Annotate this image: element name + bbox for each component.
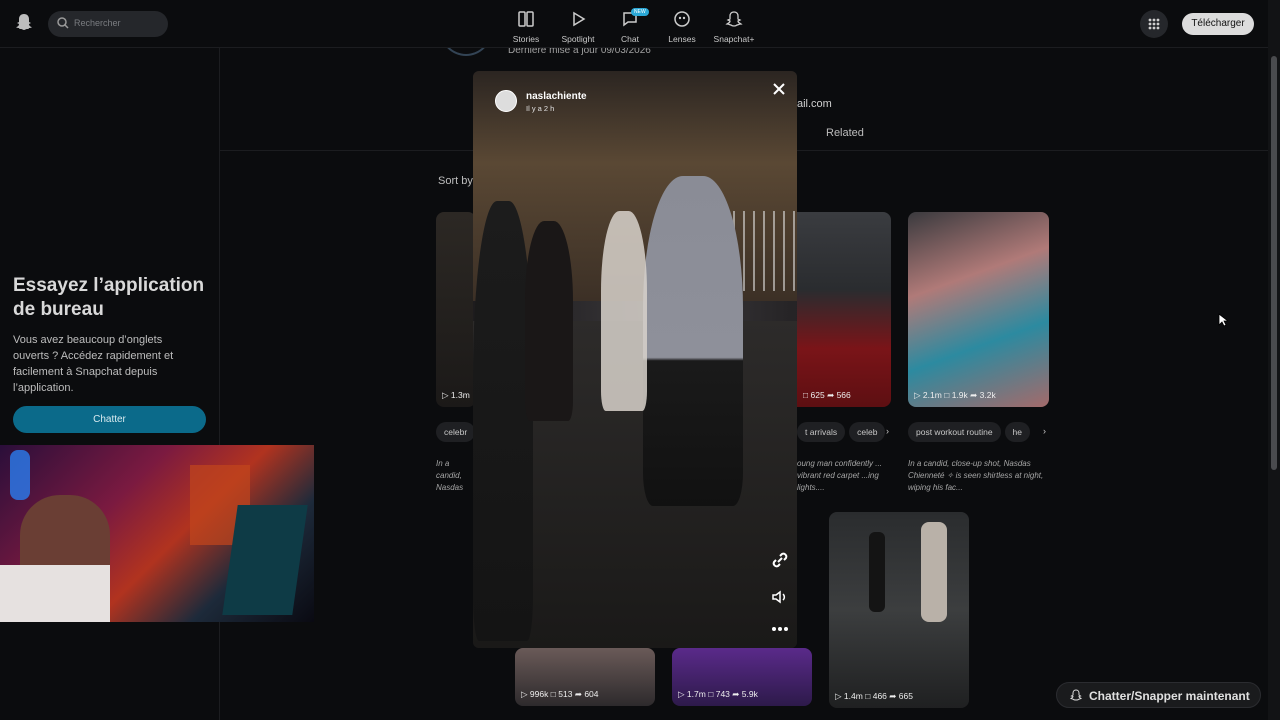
card-tags: post workout routine he (908, 422, 1044, 442)
close-icon[interactable] (771, 81, 787, 97)
card-description: oung man confidently ... vibrant red car… (797, 459, 882, 492)
tag-chip[interactable]: t arrivals (797, 422, 846, 442)
grid-icon (1148, 18, 1160, 30)
card-description: In a candid, Nasdas C... a victory v... (436, 459, 464, 492)
tag-chip[interactable]: post workout routine (908, 422, 1001, 442)
share-icon: ➦ (970, 390, 978, 400)
chat-snap-now-button[interactable]: Chatter/Snapper maintenant (1056, 682, 1261, 708)
comment-icon: □ (803, 390, 809, 400)
share-icon: ➦ (827, 390, 835, 400)
card-tags: celebr (436, 422, 476, 442)
avatar[interactable] (495, 90, 517, 112)
username[interactable]: naslachiente (526, 91, 587, 102)
sort-label[interactable]: Sort by (438, 175, 473, 187)
views-icon: ▷ (835, 691, 842, 701)
card-stats: ▷ 1.7m □ 743 ➦ 5.9k (678, 689, 758, 699)
more-icon[interactable] (770, 619, 790, 639)
card-stats: ▷ 1.3m (442, 390, 470, 400)
nav-label: Snapchat+ (713, 34, 755, 44)
search-placeholder: Rechercher (74, 18, 121, 28)
share-icon: ➦ (889, 691, 897, 701)
chat-snap-now-label: Chatter/Snapper maintenant (1089, 689, 1250, 703)
card-stats: ▷ 1.4m □ 466 ➦ 665 (835, 691, 913, 701)
snap-viewer[interactable]: naslachiente Il y a 2 h (473, 71, 797, 648)
nav-chat[interactable]: NEW Chat (604, 6, 656, 44)
views-icon: ▷ (521, 689, 528, 699)
mouse-cursor-icon (1218, 313, 1228, 327)
stories-icon (518, 11, 534, 27)
snapchat-plus-icon (725, 11, 743, 27)
views-icon: ▷ (914, 390, 921, 400)
new-badge: NEW (631, 8, 649, 16)
post-time: Il y a 2 h (526, 104, 555, 113)
nav-label: Spotlight (561, 34, 595, 44)
promo-text: Vous avez beaucoup d’onglets ouverts ? A… (13, 334, 174, 394)
person-figure (525, 221, 573, 421)
nav-label: Stories (512, 34, 540, 44)
card-stats: ▷ 2.1m □ 1.9k ➦ 3.2k (914, 390, 996, 400)
tab-related[interactable]: Related (826, 127, 864, 139)
nav-label: Lenses (668, 34, 696, 44)
card-tags: t arrivals celeb (797, 422, 891, 442)
webcam-overlay (0, 445, 314, 622)
volume-icon[interactable] (770, 587, 790, 607)
views-icon: ▷ (678, 689, 685, 699)
chevron-right-icon[interactable]: › (886, 426, 889, 436)
person-figure (601, 211, 647, 411)
person-figure (473, 201, 533, 641)
share-icon: ➦ (732, 689, 740, 699)
spotlight-card[interactable]: ▷ 1.4m □ 466 ➦ 665 (829, 512, 969, 708)
tag-chip[interactable]: celeb (849, 422, 886, 442)
nav-spotlight[interactable]: Spotlight (552, 6, 604, 44)
nav-snapchat-plus[interactable]: Snapchat+ (708, 6, 760, 44)
apps-grid-button[interactable] (1140, 10, 1168, 38)
card-stats: □ 625 ➦ 566 (803, 390, 851, 400)
comment-icon: □ (865, 691, 871, 701)
comment-icon: □ (550, 689, 556, 699)
tag-chip[interactable]: he (1004, 422, 1031, 442)
play-icon (573, 11, 586, 27)
chat-button[interactable]: Chatter (13, 406, 206, 433)
nav-lenses[interactable]: Lenses (656, 6, 708, 44)
spotlight-card[interactable]: ▷ 996k □ 513 ➦ 604 (515, 648, 655, 706)
views-icon: ▷ (442, 390, 449, 400)
download-button[interactable]: Télécharger (1182, 13, 1254, 35)
card-stats: ▷ 996k □ 513 ➦ 604 (521, 689, 599, 699)
lenses-icon (674, 11, 690, 27)
main-nav: Stories Spotlight NEW Chat Lenses Snapch… (500, 6, 760, 44)
share-icon: ➦ (574, 689, 582, 699)
tag-chip[interactable]: celebr (436, 422, 476, 442)
promo-title: Essayez l’application de bureau (13, 275, 205, 320)
spotlight-card[interactable]: □ 625 ➦ 566 (797, 212, 891, 407)
person-figure (643, 176, 743, 506)
card-description: In a candid, close-up shot, Nasdas Chien… (908, 459, 1044, 492)
link-icon[interactable] (770, 550, 790, 570)
snapchat-logo-icon[interactable] (14, 12, 34, 34)
nav-label: Chat (621, 34, 639, 44)
spotlight-card[interactable]: ▷ 1.7m □ 743 ➦ 5.9k (672, 648, 812, 706)
comment-icon: □ (708, 689, 714, 699)
spotlight-card[interactable]: ▷ 2.1m □ 1.9k ➦ 3.2k (908, 212, 1049, 407)
search-input[interactable]: Rechercher (48, 11, 168, 37)
chevron-right-icon[interactable]: › (1043, 426, 1046, 436)
comment-icon: □ (944, 390, 950, 400)
search-icon (57, 17, 69, 29)
ghost-icon (1070, 689, 1082, 701)
top-bar: Rechercher Stories Spotlight NEW Chat Le… (0, 0, 1268, 48)
email-fragment: ail.com (797, 98, 832, 110)
nav-stories[interactable]: Stories (500, 6, 552, 44)
scrollbar-thumb[interactable] (1271, 56, 1277, 470)
spotlight-card[interactable]: ▷ 1.3m (436, 212, 476, 407)
